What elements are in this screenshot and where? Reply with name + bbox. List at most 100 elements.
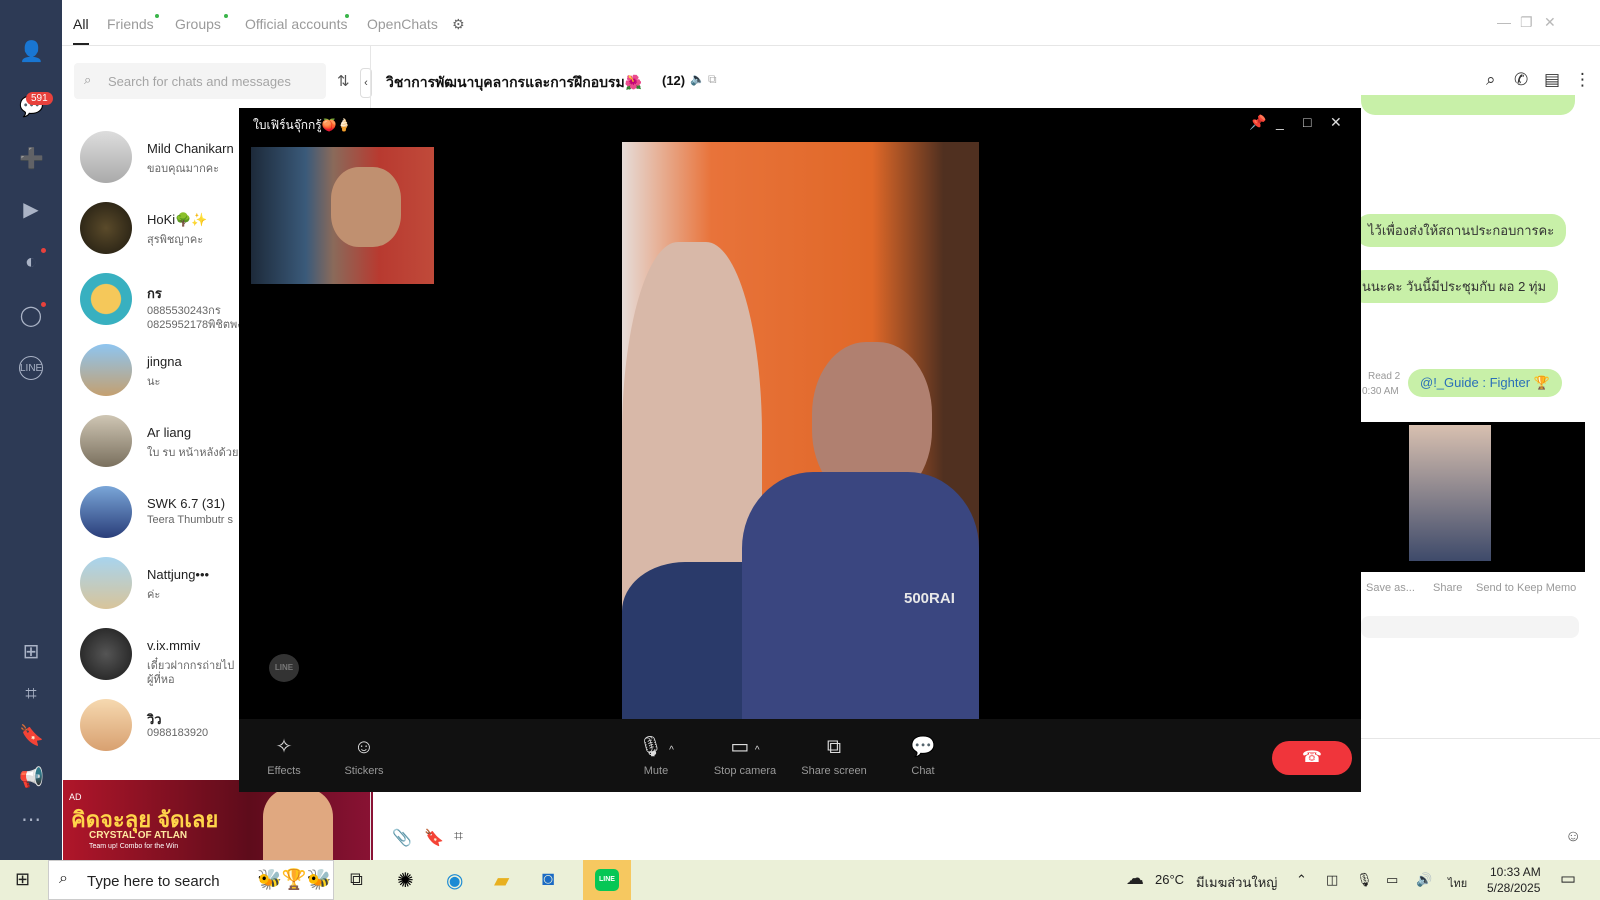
notes-icon[interactable]: ▤: [1544, 70, 1560, 90]
bookmark-icon[interactable]: 🔖: [19, 724, 44, 748]
effects-button[interactable]: ✧ Effects: [244, 735, 324, 777]
crop-icon[interactable]: ⌗: [19, 682, 43, 706]
add-friend-icon[interactable]: ➕: [19, 147, 44, 171]
more-icon[interactable]: ⋯: [19, 808, 43, 832]
attach-icon[interactable]: 📎: [392, 828, 412, 848]
notification-dot: [41, 248, 46, 253]
avatar: [80, 628, 132, 680]
taskbar-search-input[interactable]: ⌕ Type here to search 🐝🏆🐝: [48, 860, 334, 900]
more-options-icon[interactable]: ⋮: [1574, 70, 1591, 90]
windows-start-icon[interactable]: ⊞: [15, 869, 30, 890]
profile-icon[interactable]: 👤: [19, 40, 44, 64]
chat-list-item[interactable]: SWK 6.7 (31) Teera Thumbutr s: [62, 486, 242, 556]
message-placeholder: [1361, 616, 1579, 638]
chat-list-item[interactable]: กร 0885530243กร 0825952178พิชิตพงษ์: [62, 273, 250, 343]
notifications-icon[interactable]: ◐: [19, 250, 43, 274]
network-icon[interactable]: ▭: [1386, 872, 1398, 888]
mute-label: Mute: [643, 765, 669, 777]
shared-video-message[interactable]: [1361, 422, 1585, 572]
line-taskbar-button[interactable]: LINE: [583, 860, 631, 900]
microphone-tray-icon[interactable]: 🎙: [1356, 872, 1373, 888]
tab-openchats[interactable]: OpenChats: [367, 16, 438, 32]
bookmark-icon[interactable]: 🔖: [424, 828, 444, 848]
share-screen-button[interactable]: ⧉ Share screen: [794, 735, 874, 777]
chat-search-input[interactable]: ⌕ Search for chats and messages: [74, 63, 326, 99]
keep-memo-link[interactable]: Send to Keep Memo: [1476, 582, 1576, 594]
ad-tagline: Team up! Combo for the Win: [89, 843, 179, 850]
pin-icon[interactable]: 📌: [1249, 114, 1266, 131]
external-icon[interactable]: ⧉: [708, 72, 717, 87]
line-app-icon: LINE: [595, 869, 619, 891]
hangup-icon: ☎: [1302, 749, 1322, 766]
close-icon[interactable]: ✕: [1544, 14, 1556, 31]
weather-temp[interactable]: 26°C: [1155, 872, 1184, 887]
file-explorer-icon[interactable]: ▰: [494, 868, 509, 893]
task-view-icon[interactable]: ⧉: [350, 869, 363, 890]
chat-list-item[interactable]: วิว 0988183920: [62, 699, 242, 769]
chat-bubble-icon: 💬: [910, 736, 936, 758]
clock-date[interactable]: 5/28/2025: [1487, 881, 1540, 895]
screenshot-icon[interactable]: ⌗: [454, 828, 463, 846]
outlook-icon[interactable]: ◙: [542, 868, 554, 891]
chat-list-item[interactable]: Mild Chanikarn ขอบคุณมากคะ: [62, 131, 242, 201]
mute-button[interactable]: 🎙 ^ Mute: [616, 735, 696, 777]
restore-icon[interactable]: ❐: [1520, 14, 1533, 31]
maximize-icon[interactable]: □: [1303, 114, 1311, 130]
weather-description[interactable]: มีเมฆส่วนใหญ่: [1196, 872, 1277, 893]
end-call-button[interactable]: ☎: [1272, 741, 1352, 775]
search-icon[interactable]: ⌕: [1486, 70, 1496, 90]
tab-dot: [155, 14, 159, 18]
weather-icon: ☁: [1126, 868, 1144, 888]
chat-list-item[interactable]: v.ix.mmiv เดี๋ยวฝากกรถ่ายไป ผู้ที่หอ: [62, 628, 242, 698]
minimize-icon[interactable]: _: [1276, 114, 1284, 130]
save-as-link[interactable]: Save as...: [1366, 582, 1415, 594]
volume-icon[interactable]: 🔊: [1416, 872, 1432, 888]
stickers-button[interactable]: ☺ Stickers: [324, 735, 404, 777]
emoji-icon[interactable]: ☺: [1565, 828, 1581, 846]
camera-tray-icon[interactable]: ◫: [1326, 872, 1338, 888]
edge-icon[interactable]: ◉: [446, 868, 463, 893]
line-icon[interactable]: LINE: [19, 356, 43, 380]
mute-icon[interactable]: 🔈: [690, 72, 705, 86]
notifications-icon[interactable]: ▭: [1560, 869, 1576, 889]
chat-list-item[interactable]: Ar liang ใบ รบ หน้าหลังด้วย: [62, 415, 242, 485]
announce-icon[interactable]: 📢: [19, 766, 44, 790]
ad-label: AD: [69, 792, 82, 802]
message-bubble: [1361, 95, 1575, 115]
chat-preview: ผู้ที่หอ: [147, 674, 175, 686]
self-view-video[interactable]: [251, 147, 434, 284]
search-highlight-icon: 🐝🏆🐝: [257, 869, 332, 891]
add-video-icon[interactable]: ⊞: [19, 640, 43, 664]
call-title: ใบเฟิร์นจุ๊กกรู้🍑🍦: [253, 118, 352, 132]
message-bubble: ไว้เพื่องส่งให้สถานประกอบการคะ: [1356, 214, 1567, 247]
chat-list-item[interactable]: jingna นะ: [62, 344, 242, 414]
tab-official-accounts[interactable]: Official accounts: [245, 16, 347, 32]
tab-friends[interactable]: Friends: [107, 16, 154, 32]
tab-all[interactable]: All: [73, 16, 89, 32]
chevron-up-icon[interactable]: ⌃: [1296, 872, 1307, 888]
filter-settings-icon[interactable]: ⚙: [452, 16, 465, 33]
chat-preview: Teera Thumbutr s: [147, 514, 234, 526]
language-indicator[interactable]: ไทย: [1448, 874, 1467, 892]
tab-dot: [345, 14, 349, 18]
close-icon[interactable]: ✕: [1330, 114, 1342, 131]
search-icon: ⌕: [59, 870, 68, 887]
copilot-icon[interactable]: ✺: [397, 868, 414, 893]
stickers-label: Stickers: [344, 765, 384, 777]
minimize-icon[interactable]: —: [1497, 14, 1511, 30]
tab-groups[interactable]: Groups: [175, 16, 221, 32]
chat-name: jingna: [147, 354, 182, 369]
share-link[interactable]: Share: [1433, 582, 1462, 594]
call-icon[interactable]: ✆: [1514, 70, 1528, 90]
sort-icon[interactable]: ⇅: [337, 72, 350, 90]
stop-camera-button[interactable]: ▭ ^ Stop camera: [705, 735, 785, 777]
chat-list-item[interactable]: Nattjung••• ค่ะ: [62, 557, 242, 627]
chat-list-item[interactable]: HoKi🌳✨ สุรพิชญาคะ: [62, 202, 242, 272]
chat-button[interactable]: 💬 Chat: [883, 735, 963, 777]
clock-time[interactable]: 10:33 AM: [1490, 865, 1541, 879]
voom-icon[interactable]: ▶: [19, 198, 43, 222]
search-placeholder: Search for chats and messages: [108, 74, 291, 89]
openchat-icon[interactable]: ◯: [19, 304, 43, 328]
mention-bubble[interactable]: @!_Guide : Fighter 🏆: [1408, 369, 1562, 397]
advertisement-banner[interactable]: AD คิดจะลุย จัดเลย CRYSTAL OF ATLAN Team…: [63, 780, 373, 860]
